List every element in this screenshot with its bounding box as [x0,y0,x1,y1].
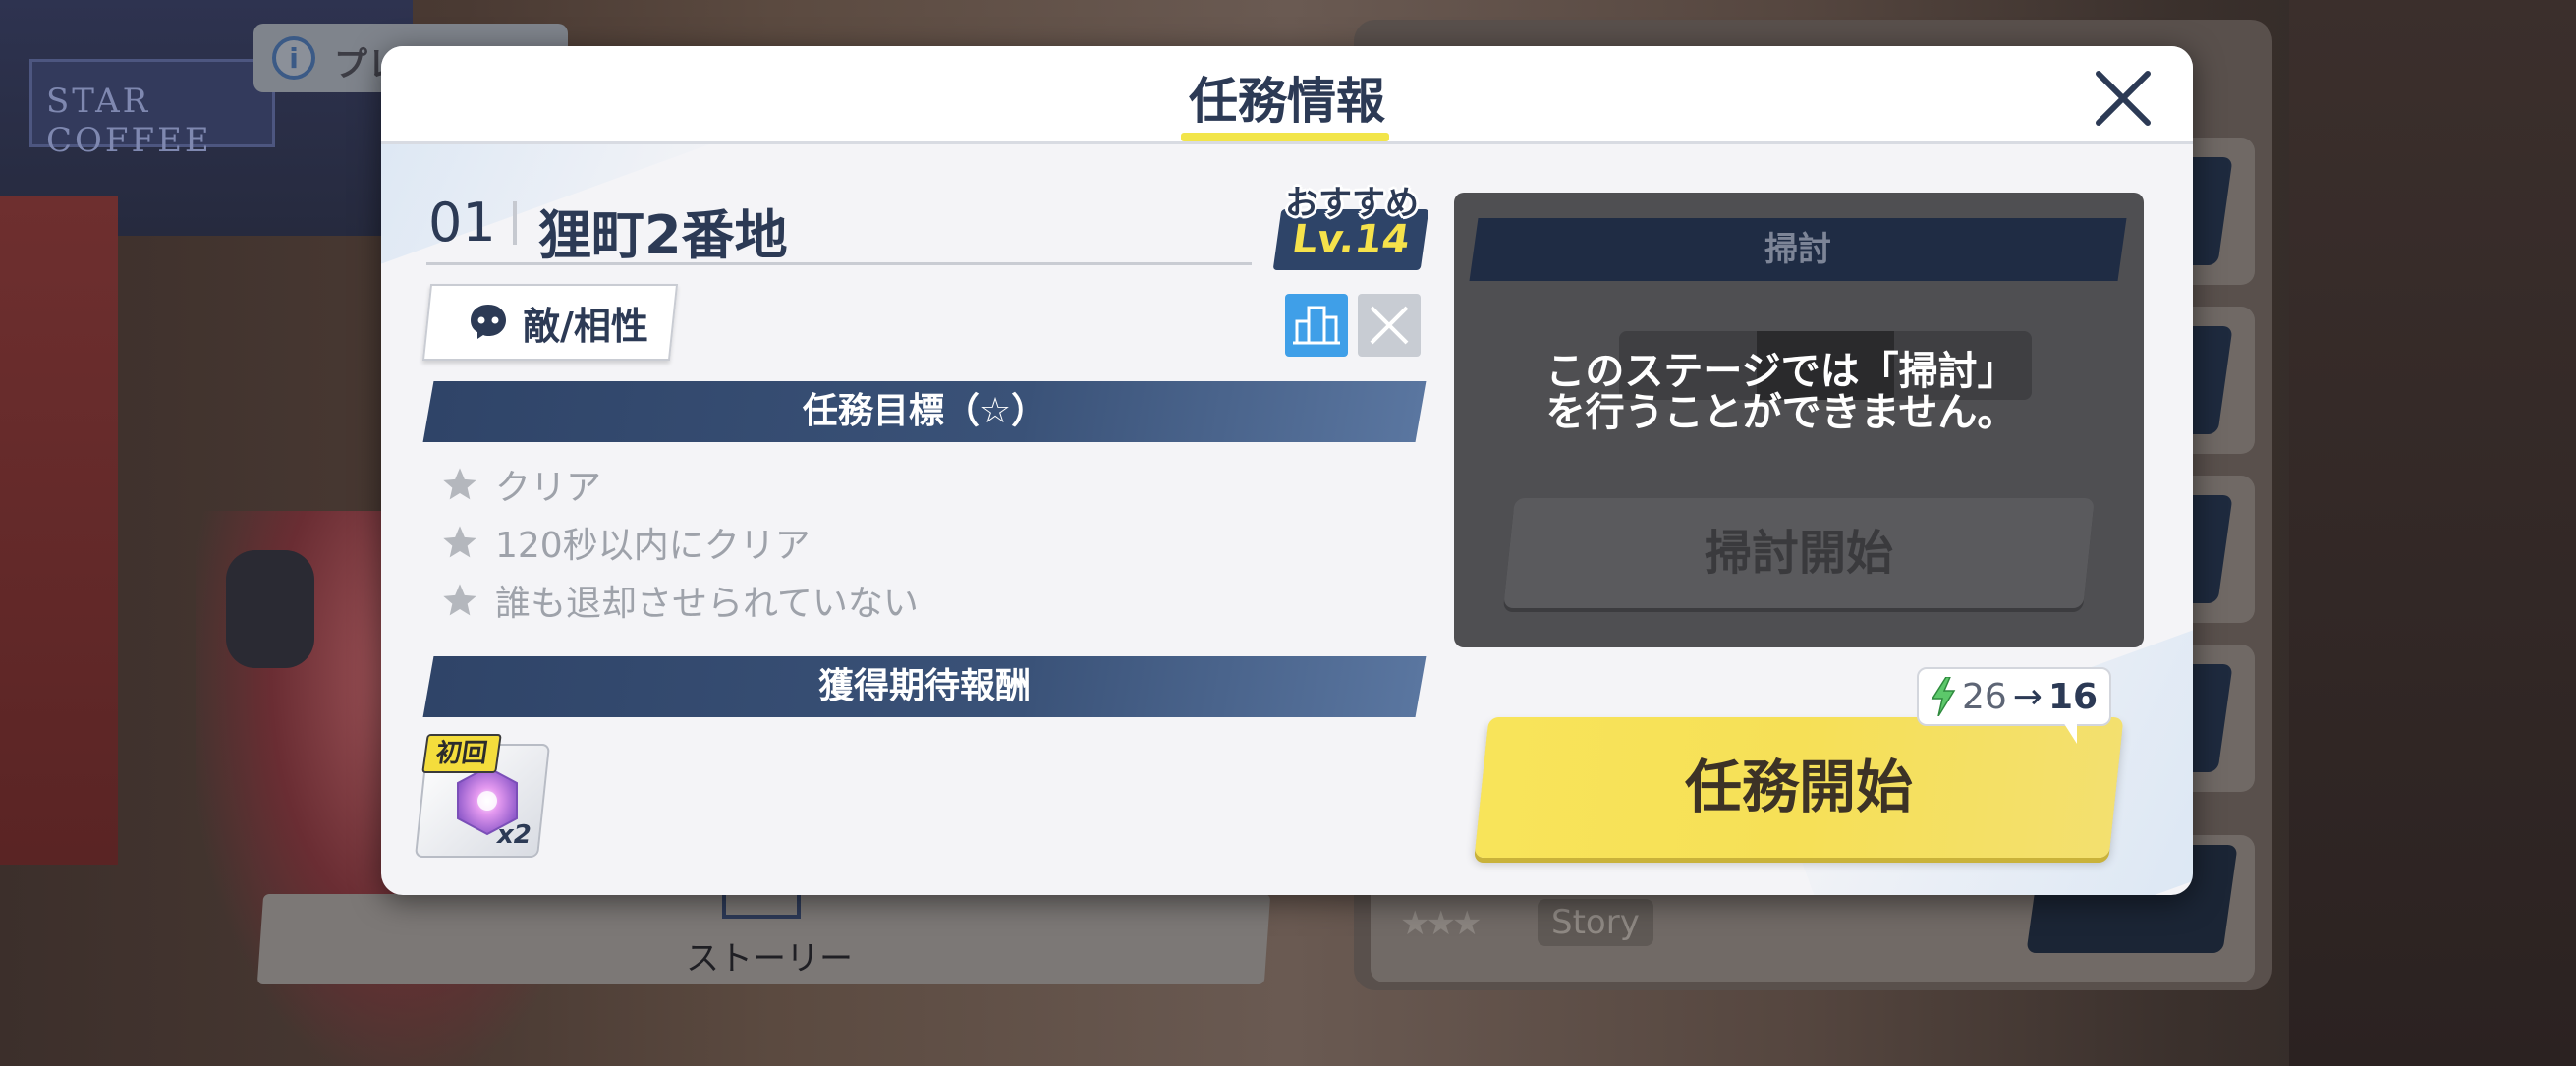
objective-text: 120秒以内にクリア [495,526,811,566]
objectives-header: 任務目標（☆） [802,391,1047,431]
disabled-filter-button[interactable] [1358,294,1421,357]
mission-info-modal: 任務情報 01 狸町2番地 Lv.14 おすすめ 敵/相性 任務目標（☆） クリ… [381,46,2193,895]
shop-sign: STAR COFFEE [29,59,275,160]
sweep-start-label: 掃討開始 [1704,526,1893,581]
background-street [2289,0,2576,1066]
story-tab-label: ストーリー [686,939,853,979]
sweep-unavailable-message: このステージでは「掃討」を行うことができません。 [1545,349,2017,435]
hanging-banner [0,196,118,865]
enemy-icon [471,305,506,339]
character-hand [226,550,314,668]
lightning-icon [1931,677,1956,716]
ap-after: 16 [2047,676,2099,717]
objective-item: 誰も退却させられていない [440,575,919,626]
sweep-header: 掃討 [1764,230,1831,269]
start-mission-label: 任務開始 [1684,754,1913,820]
reward-count: x2 [497,820,532,850]
objective-item: 120秒以内にクリア [440,517,811,568]
modal-title: 任務情報 [1189,73,1385,130]
cross-icon [1370,306,1409,345]
ap-current: 26 [1961,676,2007,717]
close-icon[interactable] [2091,66,2156,131]
story-tag: Story [1538,899,1653,946]
story-tag-label: Story [1551,903,1640,942]
divider [513,201,517,245]
stage-number: 01 [428,192,496,253]
terrain-button[interactable] [1285,294,1348,357]
stage-stars: ★★★ [1400,904,1482,943]
bubble-tail [2063,722,2077,744]
recommended-label: おすすめ [1285,184,1419,223]
title-underline [1181,133,1389,141]
objective-text: クリア [495,468,602,508]
star-icon [443,584,476,616]
enemy-affinity-label: 敵/相性 [523,304,648,348]
arrow-right-icon: → [2012,676,2043,717]
enemy-affinity-button[interactable]: 敵/相性 [421,284,679,361]
first-clear-tag: 初回 [421,734,502,773]
building-icon [1293,306,1340,345]
rewards-header: 獲得期待報酬 [817,666,1031,706]
objective-text: 誰も退却させられていない [495,584,919,624]
star-icon [443,526,476,558]
objective-item: クリア [440,459,601,510]
star-icon [443,468,476,500]
stage-name: 狸町2番地 [538,204,788,266]
ap-cost-bubble: 26 → 16 [1917,667,2111,726]
divider [426,262,1252,265]
info-icon: i [272,36,315,80]
